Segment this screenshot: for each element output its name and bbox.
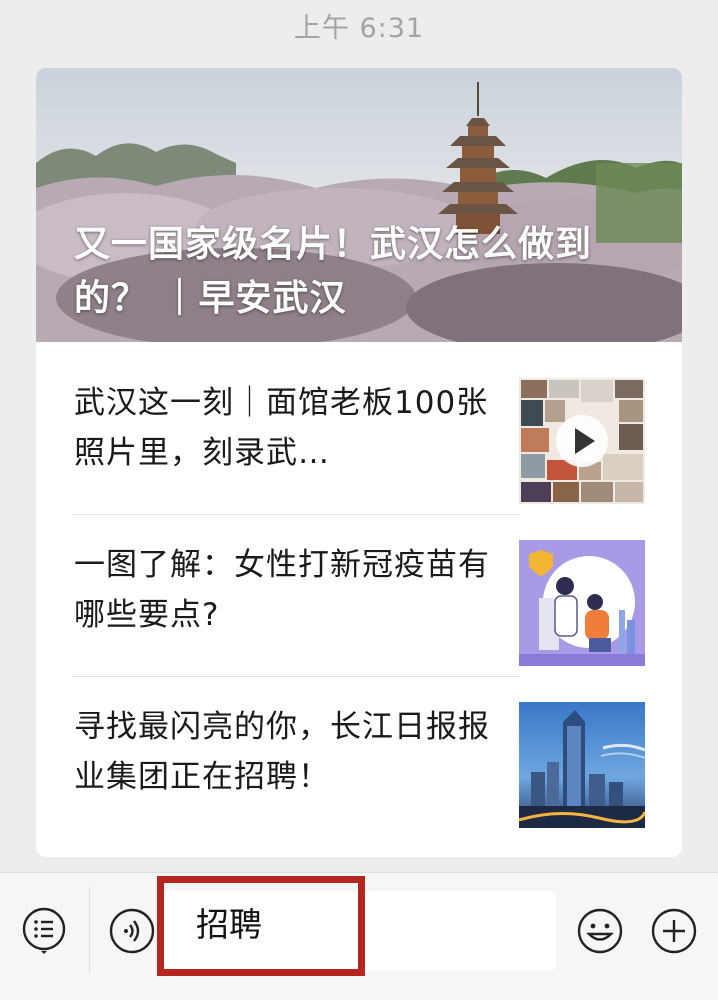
article-thumbnail: [519, 702, 645, 828]
plus-circle-icon[interactable]: [650, 907, 698, 955]
article-title: 武汉这一刻｜面馆老板100张照片里，刻录武…: [74, 385, 489, 471]
voice-icon[interactable]: [108, 907, 156, 955]
hero-article[interactable]: 又一国家级名片！武汉怎么做到的？ ｜早安武汉: [36, 68, 682, 342]
highlight-annotation: [157, 876, 365, 976]
emoji-icon[interactable]: [576, 907, 624, 955]
article-item[interactable]: 武汉这一刻｜面馆老板100张照片里，刻录武…: [36, 342, 682, 504]
article-title: 一图了解：女性打新冠疫苗有哪些要点?: [74, 547, 490, 633]
article-item[interactable]: 寻找最闪亮的你，长江日报报业集团正在招聘！: [36, 666, 682, 828]
article-feed-card: 又一国家级名片！武汉怎么做到的？ ｜早安武汉 武汉这一刻｜面馆老板100张照片里…: [36, 68, 682, 857]
toolbar-separator: [89, 887, 90, 973]
article-title: 寻找最闪亮的你，长江日报报业集团正在招聘！: [74, 709, 490, 795]
article-thumbnail: [519, 378, 645, 504]
chat-screen: 上午 6:31 又一国家级名片！武汉怎么做到的？ ｜早安武汉 武汉这一刻｜面馆老…: [0, 0, 718, 1000]
article-item[interactable]: 一图了解：女性打新冠疫苗有哪些要点?: [36, 504, 682, 666]
message-timestamp: 上午 6:31: [293, 13, 425, 44]
hero-title: 又一国家级名片！武汉怎么做到的？ ｜早安武汉: [74, 224, 593, 319]
menu-list-icon[interactable]: [20, 907, 68, 955]
article-thumbnail: [519, 540, 645, 666]
